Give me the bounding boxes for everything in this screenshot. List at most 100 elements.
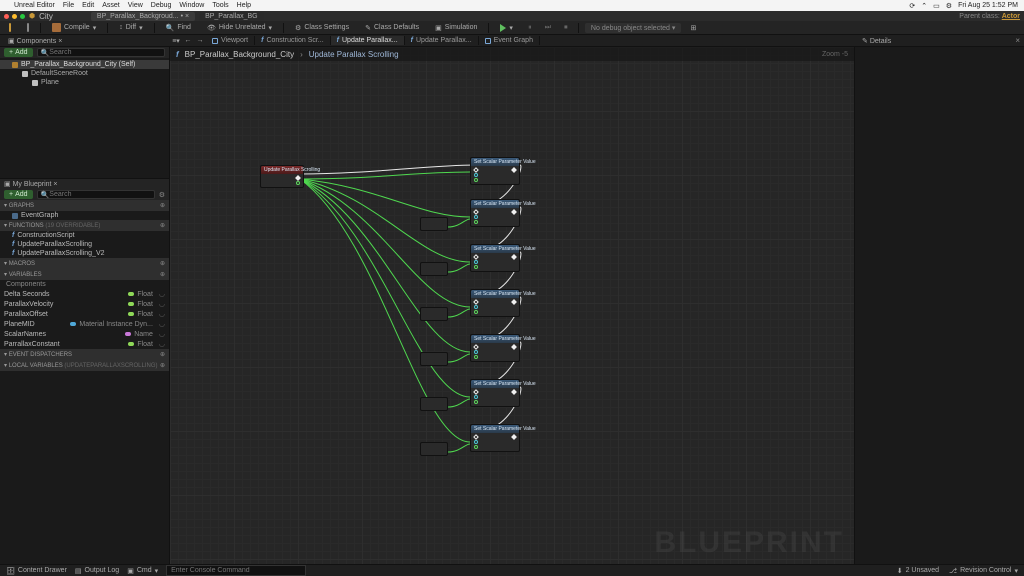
control-center-icon[interactable]: ⚙: [946, 2, 952, 10]
value-pin[interactable]: [474, 265, 478, 269]
wifi-icon[interactable]: ⌃: [921, 2, 927, 10]
value-pin[interactable]: [474, 400, 478, 404]
menu-view[interactable]: View: [128, 2, 143, 9]
variables-components-header[interactable]: Components: [0, 280, 169, 289]
node-set-scalar-param[interactable]: Set Scalar Parameter Value: [470, 424, 520, 452]
class-settings-button[interactable]: ⚙ Class Settings: [290, 22, 354, 34]
tab-bp-parallax-bg[interactable]: BP_Parallax_BG: [199, 12, 264, 21]
exec-out-pin[interactable]: [511, 299, 517, 305]
tab-bp-parallax-bg-city[interactable]: BP_Parallax_Backgroud... • ×: [91, 12, 195, 21]
components-search[interactable]: 🔍: [37, 48, 165, 57]
simulation-button[interactable]: ▣ Simulation: [430, 22, 482, 34]
content-drawer-button[interactable]: 🗄 Content Drawer: [6, 567, 67, 575]
value-pin[interactable]: [474, 355, 478, 359]
components-search-input[interactable]: [49, 49, 161, 56]
stop-button[interactable]: ⏹: [560, 23, 572, 33]
zoom-icon[interactable]: [20, 14, 25, 19]
node-multiply[interactable]: [420, 397, 448, 411]
node-multiply[interactable]: [420, 442, 448, 456]
node-multiply[interactable]: [420, 262, 448, 276]
add-variable-button[interactable]: ⊕: [160, 271, 165, 278]
battery-icon[interactable]: ▭: [933, 2, 940, 10]
menu-window[interactable]: Window: [179, 2, 204, 9]
traffic-lights[interactable]: [4, 14, 25, 19]
myblueprint-search[interactable]: 🔍: [37, 190, 155, 199]
find-button[interactable]: 🔍 Find: [161, 22, 196, 34]
skip-button[interactable]: ⏭: [542, 23, 554, 33]
item-construction-script[interactable]: fConstructionScript: [0, 231, 169, 240]
section-variables[interactable]: ▾ Variables⊕: [0, 269, 169, 280]
my-blueprint-tab[interactable]: ▣ My Blueprint ×: [4, 180, 58, 188]
target-pin[interactable]: [474, 395, 478, 399]
section-graphs[interactable]: ▾ Graphs⊕: [0, 200, 169, 211]
class-defaults-button[interactable]: ✎ Class Defaults: [360, 22, 424, 34]
tab-event-graph[interactable]: Event Graph: [479, 36, 540, 45]
node-set-scalar-param[interactable]: Set Scalar Parameter Value: [470, 244, 520, 272]
menu-file[interactable]: File: [63, 2, 74, 9]
value-pin[interactable]: [474, 178, 478, 182]
section-macros[interactable]: ▾ Macros⊕: [0, 258, 169, 269]
target-pin[interactable]: [474, 260, 478, 264]
node-set-scalar-param[interactable]: Set Scalar Parameter Value: [470, 289, 520, 317]
exec-in-pin[interactable]: [473, 209, 479, 215]
add-component-button[interactable]: + Add: [4, 48, 33, 57]
menu-debug[interactable]: Debug: [151, 2, 172, 9]
visibility-toggle[interactable]: ◡: [159, 320, 165, 328]
crumb-function[interactable]: Update Parallax Scrolling: [309, 50, 399, 59]
node-multiply[interactable]: [420, 307, 448, 321]
close-icon[interactable]: [4, 14, 9, 19]
data-out-pin[interactable]: [296, 181, 300, 185]
item-update-parallax[interactable]: fUpdateParallaxScrolling: [0, 240, 169, 249]
visibility-toggle[interactable]: ◡: [159, 340, 165, 348]
section-functions[interactable]: ▾ Functions (19 Overridable)⊕: [0, 220, 169, 231]
cmd-selector[interactable]: ▣ Cmd ▾: [127, 567, 158, 575]
section-local-vars[interactable]: ▾ Local Variables (UpdateParallaxScrolli…: [0, 360, 169, 371]
tree-row-scene-root[interactable]: DefaultSceneRoot: [0, 69, 169, 78]
add-macro-button[interactable]: ⊕: [160, 260, 165, 267]
variable-row[interactable]: PlaneMIDMaterial Instance Dyn...◡: [0, 319, 169, 329]
settings-icon[interactable]: ⚙: [159, 191, 165, 199]
target-pin[interactable]: [474, 440, 478, 444]
exec-in-pin[interactable]: [473, 254, 479, 260]
save-button[interactable]: [4, 23, 16, 33]
node-multiply[interactable]: [420, 352, 448, 366]
output-log-button[interactable]: ▤ Output Log: [75, 567, 119, 575]
debug-object-selector[interactable]: No debug object selected ▾: [585, 23, 681, 33]
exec-in-pin[interactable]: [473, 299, 479, 305]
browse-button[interactable]: [22, 23, 34, 33]
myblueprint-search-input[interactable]: [49, 191, 150, 198]
tab-update-parallax-1[interactable]: fUpdate Parallax...: [331, 36, 405, 45]
variable-row[interactable]: ParallaxVelocityFloat◡: [0, 299, 169, 309]
exec-out-pin[interactable]: [511, 254, 517, 260]
value-pin[interactable]: [474, 445, 478, 449]
exec-out-pin[interactable]: [511, 209, 517, 215]
graph-canvas[interactable]: f BP_Parallax_Background_City › Update P…: [170, 47, 854, 574]
tab-update-parallax-2[interactable]: fUpdate Parallax...: [405, 36, 479, 45]
item-update-parallax-v2[interactable]: fUpdateParallaxScrolling_V2: [0, 249, 169, 258]
node-set-scalar-param[interactable]: Set Scalar Parameter Value: [470, 334, 520, 362]
compile-button[interactable]: Compile ▾: [47, 21, 101, 34]
exec-in-pin[interactable]: [473, 167, 479, 173]
visibility-toggle[interactable]: ◡: [159, 310, 165, 318]
visibility-toggle[interactable]: ◡: [159, 330, 165, 338]
node-function-entry[interactable]: Update Parallax Scrolling: [260, 165, 304, 188]
hide-unrelated-button[interactable]: 👁 Hide Unrelated ▾: [202, 22, 277, 34]
node-set-scalar-param[interactable]: Set Scalar Parameter Value: [470, 157, 520, 185]
details-close-button[interactable]: ×: [1011, 36, 1024, 45]
exec-out-pin[interactable]: [511, 434, 517, 440]
tab-viewport[interactable]: Viewport: [206, 36, 255, 45]
menu-help[interactable]: Help: [237, 2, 251, 9]
add-function-button[interactable]: ⊕: [160, 222, 165, 229]
nav-fwd-button[interactable]: →: [194, 36, 206, 46]
menu-tools[interactable]: Tools: [212, 2, 228, 9]
clock[interactable]: Fri Aug 25 1:52 PM: [958, 2, 1018, 9]
value-pin[interactable]: [474, 220, 478, 224]
section-event-dispatchers[interactable]: ▾ Event Dispatchers⊕: [0, 349, 169, 360]
sync-icon[interactable]: ⟳: [909, 2, 915, 10]
exec-out-pin[interactable]: [511, 344, 517, 350]
variable-row[interactable]: ScalarNamesName◡: [0, 329, 169, 339]
nav-back-button[interactable]: ←: [182, 36, 194, 46]
node-set-scalar-param[interactable]: Set Scalar Parameter Value: [470, 199, 520, 227]
node-multiply[interactable]: [420, 217, 448, 231]
variable-row[interactable]: Delta SecondsFloat◡: [0, 289, 169, 299]
